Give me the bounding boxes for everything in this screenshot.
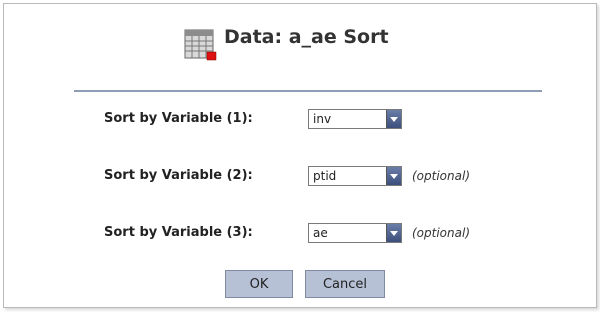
sort-variable-2-label: Sort by Variable (2): xyxy=(104,168,253,183)
table-icon xyxy=(184,28,218,62)
dialog-header: Data: a_ae Sort xyxy=(184,22,389,66)
sort-variable-3-select[interactable]: ae xyxy=(308,223,402,243)
dialog-title: Data: a_ae Sort xyxy=(224,26,389,48)
chevron-down-icon[interactable] xyxy=(386,167,401,185)
sort-variable-3-value: ae xyxy=(313,226,328,240)
sort-variable-1-value: inv xyxy=(313,112,332,126)
sort-variable-2-value: ptid xyxy=(313,169,337,183)
sort-row-1: Sort by Variable (1): inv xyxy=(0,108,600,132)
sort-variable-1-label: Sort by Variable (1): xyxy=(104,111,253,126)
title-divider xyxy=(74,90,542,92)
ok-button[interactable]: OK xyxy=(225,270,293,298)
sort-dialog: Data: a_ae Sort xyxy=(3,3,597,308)
cancel-button[interactable]: Cancel xyxy=(305,270,385,298)
sort-variable-3-label: Sort by Variable (3): xyxy=(104,225,253,240)
sort-row-3: Sort by Variable (3): ae (optional) xyxy=(0,222,600,246)
optional-note-3: (optional) xyxy=(412,226,470,240)
optional-note-2: (optional) xyxy=(412,169,470,183)
sort-variable-1-select[interactable]: inv xyxy=(308,109,402,129)
sort-row-2: Sort by Variable (2): ptid (optional) xyxy=(0,165,600,189)
sort-variable-2-select[interactable]: ptid xyxy=(308,166,402,186)
chevron-down-icon[interactable] xyxy=(386,224,401,242)
chevron-down-icon[interactable] xyxy=(386,110,401,128)
